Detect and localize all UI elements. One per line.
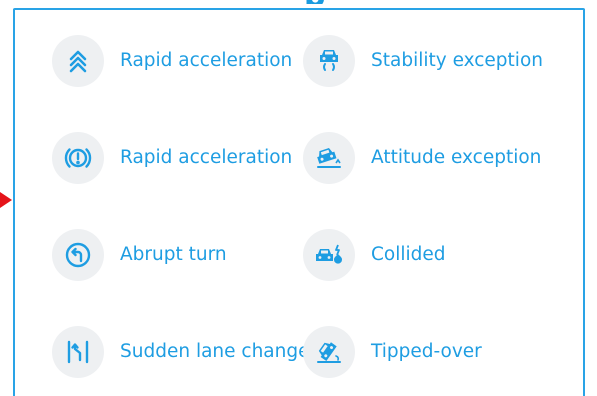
event-label: Rapid acceleration	[120, 147, 293, 168]
car-tilt-icon	[303, 132, 355, 184]
event-label: Tipped-over	[371, 341, 482, 362]
screen: p Rapid acceleration Rapid acceleration	[0, 0, 597, 396]
event-label: Attitude exception	[371, 147, 542, 168]
turn-arrow-icon	[52, 229, 104, 281]
event-collided[interactable]: Collided	[303, 229, 446, 281]
pointer-arrow-icon	[0, 192, 12, 208]
event-tipped-over[interactable]: Tipped-over	[303, 326, 482, 378]
event-label: Abrupt turn	[120, 244, 227, 265]
event-label: Sudden lane change	[120, 341, 310, 362]
event-abrupt-turn[interactable]: Abrupt turn	[52, 229, 227, 281]
event-sudden-lane-change[interactable]: Sudden lane change	[52, 326, 310, 378]
event-stability-exception[interactable]: Stability exception	[303, 35, 543, 87]
event-rapid-acceleration[interactable]: Rapid acceleration	[52, 35, 292, 87]
page-title-text: p	[304, 0, 384, 4]
event-rapid-braking[interactable]: Rapid acceleration	[52, 132, 292, 184]
car-rollover-icon	[303, 326, 355, 378]
car-skid-icon	[303, 35, 355, 87]
car-collision-icon	[303, 229, 355, 281]
page-title: p	[304, 0, 384, 4]
event-label: Rapid acceleration	[120, 50, 293, 71]
event-attitude-exception[interactable]: Attitude exception	[303, 132, 541, 184]
lane-change-icon	[52, 326, 104, 378]
event-label: Collided	[371, 244, 446, 265]
chevrons-up-icon	[52, 35, 104, 87]
brake-warning-icon	[52, 132, 104, 184]
event-label: Stability exception	[371, 50, 543, 71]
